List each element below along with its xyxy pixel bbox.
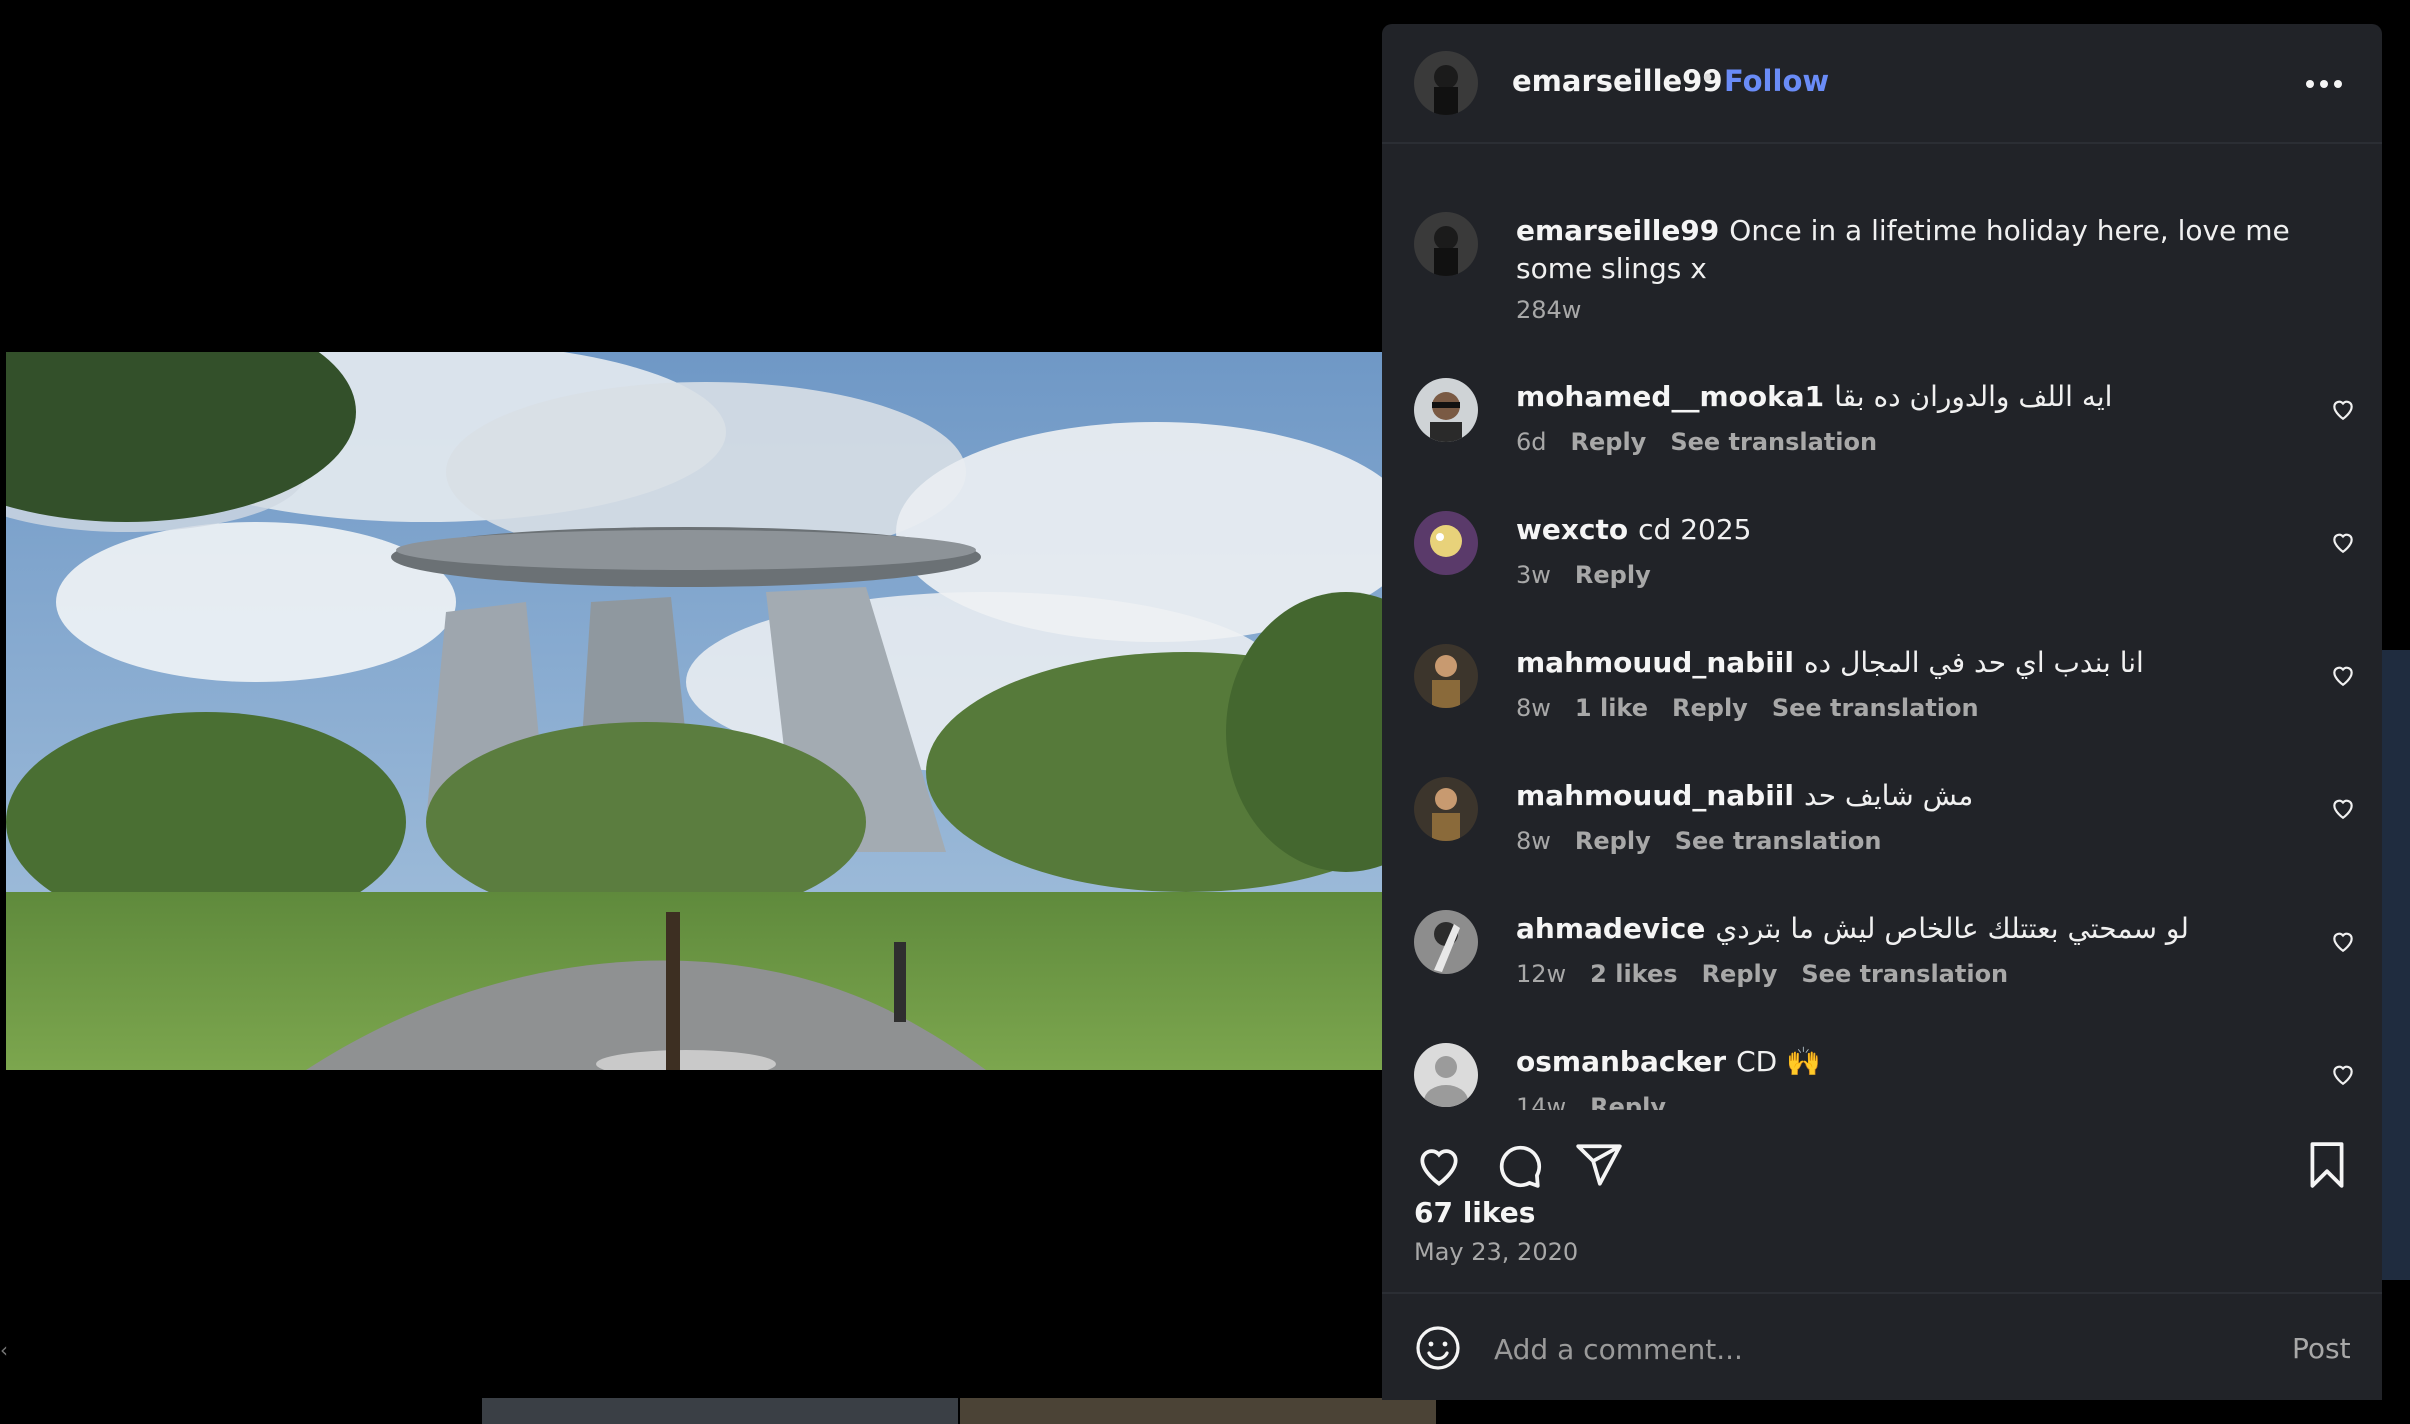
- commenter-avatar[interactable]: [1414, 777, 1478, 841]
- heart-icon[interactable]: [2330, 928, 2356, 954]
- marina-bay-sands-photo: [6, 352, 1382, 1070]
- author-avatar[interactable]: [1414, 51, 1478, 115]
- see-translation-button[interactable]: See translation: [1801, 960, 2008, 988]
- follow-button[interactable]: Follow: [1724, 64, 1829, 98]
- comment-time[interactable]: 14w: [1516, 1093, 1566, 1110]
- comment-body: cd 2025: [1638, 513, 1752, 546]
- comment-likes-count[interactable]: 2 likes: [1590, 960, 1677, 988]
- comment-icon[interactable]: [1494, 1140, 1544, 1190]
- comment-body: CD 🙌: [1736, 1045, 1821, 1078]
- post-details-panel: emarseille99 • Follow emarseille99 Once i…: [1382, 24, 2382, 1400]
- reply-button[interactable]: Reply: [1590, 1093, 1666, 1110]
- comment-username[interactable]: mahmouud_nabiil: [1516, 646, 1794, 679]
- comment-text: ahmadevice لو سمحتي بعتتلك عالخاص ليش ما …: [1516, 910, 2296, 948]
- comment-time[interactable]: 12w: [1516, 960, 1566, 988]
- commenter-avatar[interactable]: [1414, 511, 1478, 575]
- see-translation-button[interactable]: See translation: [1772, 694, 1979, 722]
- chevron-left-icon[interactable]: ‹: [0, 1338, 8, 1362]
- comment-meta: 8w Reply See translation: [1516, 827, 1905, 855]
- heart-icon[interactable]: [2330, 1061, 2356, 1087]
- background-thumbnail: [960, 1398, 1436, 1424]
- comment-body: ايه اللف والدوران ده بقا: [1834, 380, 2113, 413]
- comment-text: mahmouud_nabiil انا بندب اي حد في المجال …: [1516, 644, 2296, 682]
- post-date[interactable]: May 23, 2020: [1414, 1238, 1578, 1266]
- emoji-icon[interactable]: [1414, 1324, 1462, 1372]
- comment-time[interactable]: 8w: [1516, 694, 1551, 722]
- heart-icon[interactable]: [2330, 662, 2356, 688]
- comment-body: مش شايف حد: [1804, 779, 1974, 812]
- comment-username[interactable]: ahmadevice: [1516, 912, 1705, 945]
- comment-body: لو سمحتي بعتتلك عالخاص ليش ما بتردي: [1715, 912, 2189, 945]
- heart-icon[interactable]: [1414, 1140, 1464, 1190]
- comment-username[interactable]: mohamed__mooka1: [1516, 380, 1824, 413]
- caption-time[interactable]: 284w: [1516, 296, 1581, 324]
- comment-username[interactable]: osmanbacker: [1516, 1045, 1726, 1078]
- comment-composer: Post: [1382, 1292, 2382, 1400]
- comment-text: osmanbacker CD 🙌: [1516, 1043, 2296, 1081]
- post-comment-button[interactable]: Post: [2292, 1332, 2351, 1365]
- comments-list[interactable]: emarseille99 Once in a lifetime holiday h…: [1382, 144, 2382, 1110]
- comment-username[interactable]: mahmouud_nabiil: [1516, 779, 1794, 812]
- author-username[interactable]: emarseille99: [1512, 64, 1723, 98]
- post-header: emarseille99 • Follow: [1382, 24, 2382, 144]
- commenter-avatar[interactable]: [1414, 910, 1478, 974]
- commenter-avatar[interactable]: [1414, 644, 1478, 708]
- reply-button[interactable]: Reply: [1571, 428, 1647, 456]
- comment-meta: 14w Reply: [1516, 1093, 1690, 1110]
- comment-text: wexcto cd 2025: [1516, 511, 2296, 549]
- post-actions: [1382, 1110, 2382, 1200]
- bookmark-icon[interactable]: [2302, 1140, 2352, 1190]
- comment-time[interactable]: 6d: [1516, 428, 1547, 456]
- reply-button[interactable]: Reply: [1575, 561, 1651, 589]
- default-avatar-icon[interactable]: [1414, 1043, 1478, 1107]
- more-horizontal-icon[interactable]: [2302, 74, 2346, 94]
- heart-icon[interactable]: [2330, 795, 2356, 821]
- comment-meta: 6d Reply See translation: [1516, 428, 1901, 456]
- comment-text: mohamed__mooka1 ايه اللف والدوران ده بقا: [1516, 378, 2296, 416]
- heart-icon[interactable]: [2330, 529, 2356, 555]
- heart-icon[interactable]: [2330, 396, 2356, 422]
- reply-button[interactable]: Reply: [1672, 694, 1748, 722]
- comment-time[interactable]: 3w: [1516, 561, 1551, 589]
- comment-meta: 8w 1 like Reply See translation: [1516, 694, 2003, 722]
- comment-likes-count[interactable]: 1 like: [1575, 694, 1648, 722]
- caption-username[interactable]: emarseille99: [1516, 214, 1719, 247]
- see-translation-button[interactable]: See translation: [1675, 827, 1882, 855]
- commenter-avatar[interactable]: [1414, 378, 1478, 442]
- comment-text: mahmouud_nabiil مش شايف حد: [1516, 777, 2296, 815]
- comment-time[interactable]: 8w: [1516, 827, 1551, 855]
- comment-meta: 3w Reply: [1516, 561, 1675, 589]
- post-photo[interactable]: [6, 352, 1382, 1070]
- caption-text: emarseille99 Once in a lifetime holiday h…: [1516, 212, 2296, 288]
- background-thumbnail: [482, 1398, 958, 1424]
- comment-username[interactable]: wexcto: [1516, 513, 1628, 546]
- see-translation-button[interactable]: See translation: [1670, 428, 1877, 456]
- comment-input[interactable]: [1492, 1324, 2256, 1374]
- likes-count[interactable]: 67 likes: [1414, 1196, 1535, 1229]
- header-separator: •: [1700, 64, 1716, 94]
- comment-meta: 12w 2 likes Reply See translation: [1516, 960, 2032, 988]
- comment-body: انا بندب اي حد في المجال ده: [1804, 646, 2144, 679]
- reply-button[interactable]: Reply: [1702, 960, 1778, 988]
- caption-meta: 284w: [1516, 296, 1605, 324]
- share-icon[interactable]: [1574, 1140, 1624, 1190]
- author-avatar[interactable]: [1414, 212, 1478, 276]
- reply-button[interactable]: Reply: [1575, 827, 1651, 855]
